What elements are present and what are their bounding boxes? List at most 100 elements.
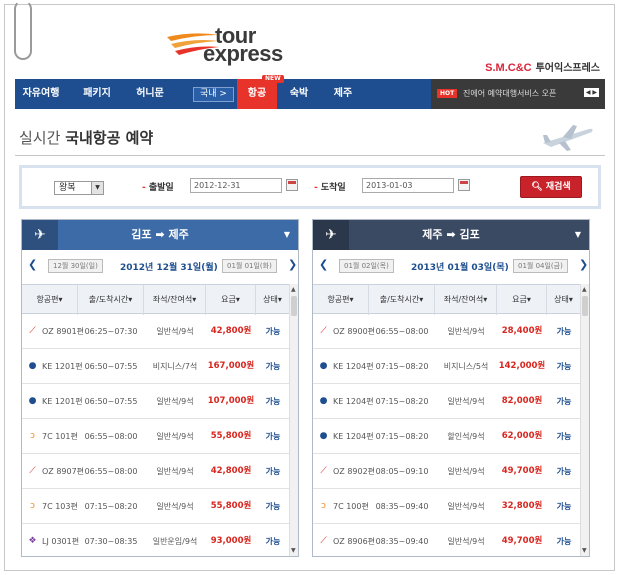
nav-ad-banner[interactable]: HOT 진에어 예약대행서비스 오픈 ◀ ▶ [431,79,605,109]
nav-item-flights-label: 항공 [247,88,267,99]
column-header-col-time[interactable]: 출/도착시간▾ [78,285,144,315]
tour-express-logo[interactable]: tour express [165,23,305,66]
column-header-col-seat[interactable]: 좌석/잔여석▾ [435,285,497,315]
table-row[interactable]: ❖ LJ 0301편 07:30~08:35 일반운임/9석 93,000원 가능 [22,524,290,556]
cell-seat-text: 일반석/9석 [447,537,485,546]
airline-oz-icon: ⟋ [320,536,327,546]
column-header-col-price[interactable]: 요금▾ [497,285,547,315]
cell-price: 167,000원 [206,349,256,384]
trip-type-value: 왕복 [59,183,76,193]
cell-status[interactable]: 가능 [547,419,581,454]
cell-time: 07:30~08:35 [78,524,144,556]
scroll-down-icon[interactable]: ▼ [291,547,296,554]
airline-7c-icon: ↄ [30,501,35,511]
arrive-calendar-icon[interactable] [458,179,470,191]
inbound-next-day-button[interactable]: 01월 04일(금) [513,259,568,273]
nav-item-jeju[interactable]: 제주 [323,79,363,109]
cell-status-text: 가능 [265,327,281,336]
inbound-table: 항공편▾ 출/도착시간▾ 좌석/잔여석▾ 요금▾ 상태▾ ⟋ OZ 8900편 06:55~… [313,284,581,556]
cell-price: 82,000원 [497,384,547,419]
table-row[interactable]: ⟋ OZ 8900편 06:55~08:00 일반석/9석 28,400원 가능 [313,314,581,349]
cell-status[interactable]: 가능 [256,489,290,524]
outbound-next-day-button[interactable]: 01월 01일(화) [222,259,277,273]
table-row[interactable]: ⟋ OZ 8906편 08:35~09:40 일반석/9석 49,700원 가능 [313,524,581,556]
table-row[interactable]: ↄ 7C 103편 07:15~08:20 일반석/9석 55,800원 가능 [22,489,290,524]
column-header-col-price[interactable]: 요금▾ [206,285,256,315]
cell-time: 06:50~07:55 [78,384,144,419]
cell-status[interactable]: 가능 [547,524,581,556]
title-divider [15,155,605,156]
cell-flight-text: 7C 103편 [42,502,78,511]
prev-day-arrow-icon[interactable]: ❮ [28,258,37,271]
ad-arrows-icon[interactable]: ◀ ▶ [583,88,599,97]
table-row[interactable]: ● KE 1201편 06:50~07:55 일반석/9석 107,000원 가능 [22,384,290,419]
cell-price-text: 167,000원 [207,361,255,371]
column-header-col-flight[interactable]: 항공편▾ [22,285,78,315]
cell-status[interactable]: 가능 [547,349,581,384]
column-header-label: 항공편 [36,295,59,304]
re-search-button[interactable]: 🔍︎ 재검색 [520,176,582,198]
nav-item-domestic[interactable]: 국내 > [193,87,234,102]
cell-time-text: 07:30~08:35 [84,537,138,546]
scroll-thumb[interactable] [291,296,297,316]
cell-status[interactable]: 가능 [547,384,581,419]
cell-status[interactable]: 가능 [256,314,290,349]
cell-status[interactable]: 가능 [547,314,581,349]
column-header-col-time[interactable]: 출/도착시간▾ [369,285,435,315]
scroll-down-icon[interactable]: ▼ [582,547,587,554]
table-row[interactable]: ● KE 1204편 07:15~08:20 일반석/9석 82,000원 가능 [313,384,581,419]
trip-type-select[interactable]: 왕복 ▼ [54,181,104,195]
depart-calendar-icon[interactable] [286,179,298,191]
cell-status[interactable]: 가능 [256,524,290,556]
caret-down-icon[interactable]: ▼ [284,230,290,239]
page-title: 실시간 국내항공 예약 [19,127,153,148]
table-row[interactable]: ↄ 7C 100편 08:35~09:40 일반석/9석 32,800원 가능 [313,489,581,524]
next-day-arrow-icon[interactable]: ❯ [579,258,588,271]
outbound-current-day: 2012년 12월 31일(월) [120,263,218,273]
arrive-date-input[interactable]: 2013-01-03 [362,178,454,193]
table-row[interactable]: ⟋ OZ 8901편 06:25~07:30 일반석/9석 42,800원 가능 [22,314,290,349]
scroll-thumb[interactable] [582,296,588,316]
nav-item-flights[interactable]: NEW 항공 [237,75,284,109]
cell-status[interactable]: 가능 [547,489,581,524]
nav-item-package[interactable]: 패키지 [71,79,123,109]
airline-7c-icon: ↄ [30,431,35,441]
ad-text: 진에어 예약대행서비스 오픈 [463,89,557,98]
cell-flight-text: KE 1204편 [333,362,374,371]
route-arrow-icon: ➡ [446,228,456,241]
table-row[interactable]: ● KE 1204편 07:15~08:20 할인석/9석 62,000원 가능 [313,419,581,454]
outbound-scrollbar[interactable]: ▲ ▼ [289,284,298,556]
inbound-header[interactable]: ✈ 제주 ➡ 김포 ▼ [313,220,589,250]
nav-item-honeymoon[interactable]: 허니문 [125,79,175,109]
scroll-up-icon[interactable]: ▲ [291,286,296,293]
prev-day-arrow-icon[interactable]: ❮ [319,258,328,271]
column-header-col-flight[interactable]: 항공편▾ [313,285,369,315]
scroll-up-icon[interactable]: ▲ [582,286,587,293]
next-day-arrow-icon[interactable]: ❯ [288,258,297,271]
inbound-scrollbar[interactable]: ▲ ▼ [580,284,589,556]
table-row[interactable]: ⟋ OZ 8902편 08:05~09:10 일반석/9석 49,700원 가능 [313,454,581,489]
outbound-header[interactable]: ✈ 김포 ➡ 제주 ▼ [22,220,298,250]
cell-status-text: 가능 [556,502,572,511]
cell-status[interactable]: 가능 [256,419,290,454]
cell-status[interactable]: 가능 [256,454,290,489]
table-row[interactable]: ↄ 7C 101편 06:55~08:00 일반석/9석 55,800원 가능 [22,419,290,454]
table-row[interactable]: ● KE 1201편 06:50~07:55 비지니스/7석 167,000원 가능 [22,349,290,384]
nav-item-free-travel[interactable]: 자유여행 [15,79,67,109]
inbound-prev-day-button[interactable]: 01월 02일(목) [339,259,394,273]
airline-ke-icon: ● [319,396,328,406]
sort-icon: ▾ [419,295,424,304]
column-header-col-status[interactable]: 상태▾ [256,285,290,315]
cell-status[interactable]: 가능 [256,384,290,419]
nav-item-hotel[interactable]: 숙박 [279,79,319,109]
cell-status[interactable]: 가능 [256,349,290,384]
column-header-col-seat[interactable]: 좌석/잔여석▾ [144,285,206,315]
table-row[interactable]: ⟋ OZ 8907편 06:55~08:00 일반석/9석 42,800원 가능 [22,454,290,489]
caret-down-icon[interactable]: ▼ [575,230,581,239]
table-row[interactable]: ● KE 1204편 07:15~08:20 비지니스/5석 142,000원 가능 [313,349,581,384]
depart-date-input[interactable]: 2012-12-31 [190,178,282,193]
cell-status-text: 가능 [265,502,281,511]
cell-status[interactable]: 가능 [547,454,581,489]
outbound-prev-day-button[interactable]: 12월 30일(일) [48,259,103,273]
column-header-col-status[interactable]: 상태▾ [547,285,581,315]
